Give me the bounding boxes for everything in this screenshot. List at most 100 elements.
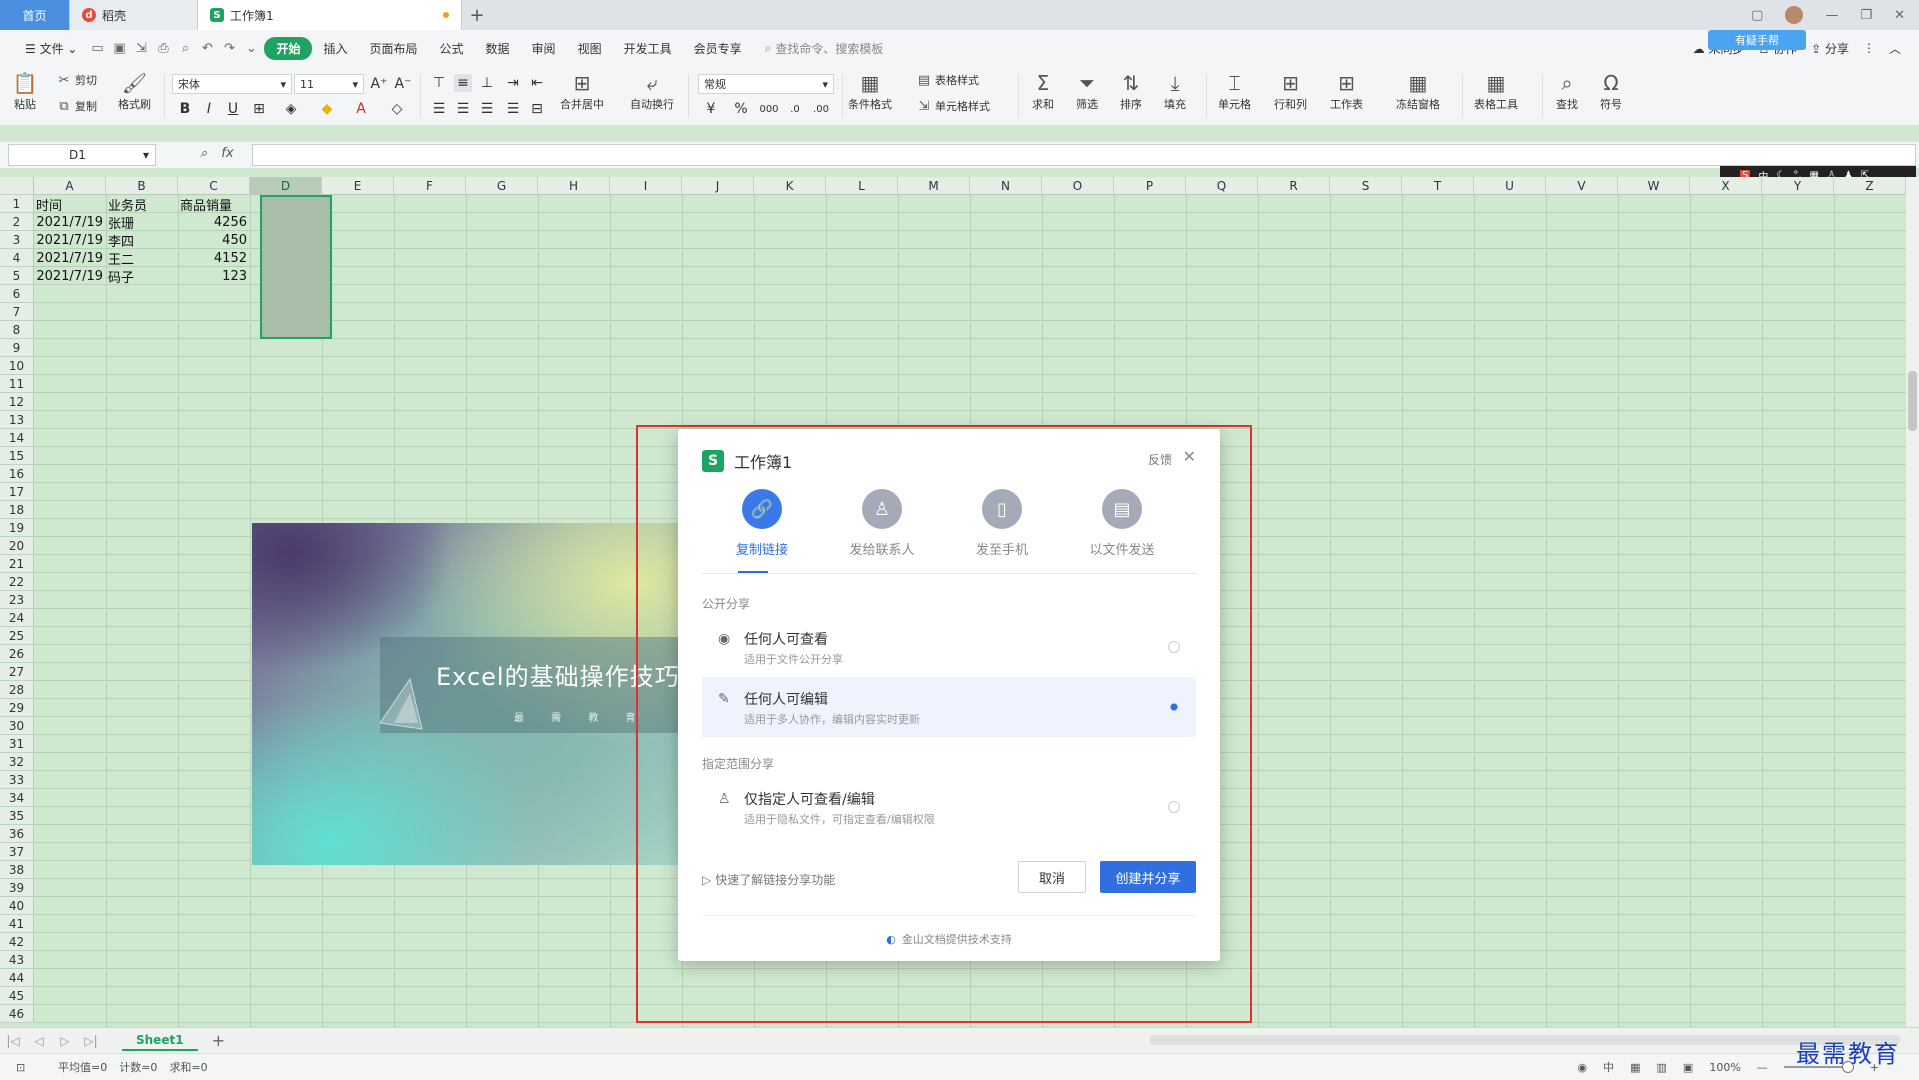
cut-button[interactable]: ✂ 剪切	[56, 72, 97, 88]
row-header-20[interactable]: 20	[0, 537, 34, 555]
column-header-a[interactable]: A	[34, 177, 106, 195]
share-opt-file[interactable]: ▤ 以文件发送	[1062, 489, 1182, 558]
row-header-21[interactable]: 21	[0, 555, 34, 573]
table-tools-button[interactable]: ▦ 表格工具	[1474, 70, 1518, 112]
align-right-icon[interactable]: ☰	[478, 100, 496, 118]
menu-member[interactable]: 会员专享	[683, 40, 753, 57]
row-header-31[interactable]: 31	[0, 735, 34, 753]
column-header-q[interactable]: Q	[1186, 177, 1258, 195]
zoom-out-icon[interactable]: —	[1757, 1061, 1768, 1074]
align-left-icon[interactable]: ☰	[430, 100, 448, 118]
row-header-15[interactable]: 15	[0, 447, 34, 465]
column-header-e[interactable]: E	[322, 177, 394, 195]
font-color-icon[interactable]: A	[352, 100, 370, 118]
eye-protect-icon[interactable]: ◉	[1578, 1061, 1588, 1074]
row-header-40[interactable]: 40	[0, 897, 34, 915]
clear-format-icon[interactable]: ◇	[388, 100, 406, 118]
align-middle-icon[interactable]: ≡	[454, 74, 472, 92]
merge-center-button[interactable]: ⊞ 合并居中	[560, 70, 604, 112]
menu-review[interactable]: 审阅	[521, 40, 567, 57]
column-header-w[interactable]: W	[1618, 177, 1690, 195]
data-cell[interactable]: 2021/7/19	[34, 231, 106, 249]
spreadsheet-grid[interactable]: ABCDEFGHIJKLMNOPQRSTUVWXYZ 1 2 3 4 5 6 7 8 9 10 11…	[0, 177, 1906, 1027]
row-header-27[interactable]: 27	[0, 663, 34, 681]
font-name-select[interactable]: 宋体 ▾	[172, 74, 292, 94]
column-header-d[interactable]: D	[250, 177, 322, 195]
print-preview-icon[interactable]: ⌕	[176, 39, 194, 57]
symbol-button[interactable]: Ω 符号	[1598, 70, 1624, 112]
quick-learn-link[interactable]: ▷ 快速了解链接分享功能	[702, 871, 835, 888]
data-cell[interactable]: 2021/7/19	[34, 213, 106, 231]
row-header-28[interactable]: 28	[0, 681, 34, 699]
data-cell[interactable]: 123	[178, 267, 250, 285]
number-format-select[interactable]: 常规 ▾	[698, 74, 834, 94]
decrease-font-icon[interactable]: A⁻	[394, 75, 412, 93]
column-header-f[interactable]: F	[394, 177, 466, 195]
row-header-46[interactable]: 46	[0, 1005, 34, 1023]
vertical-scrollbar[interactable]	[1906, 177, 1919, 1027]
data-cell[interactable]: 张珊	[106, 213, 178, 232]
row-header-2[interactable]: 2	[0, 213, 34, 231]
copy-button[interactable]: ⧉ 复制	[56, 98, 97, 114]
next-sheet-icon[interactable]: ▷	[52, 1034, 78, 1048]
add-sheet-button[interactable]: +	[212, 1031, 225, 1050]
perm-specified[interactable]: ♙ 仅指定人可查看/编辑 适用于隐私文件，可指定查看/编辑权限	[702, 777, 1196, 837]
percent-button[interactable]: %	[732, 100, 750, 118]
row-header-18[interactable]: 18	[0, 501, 34, 519]
avatar[interactable]	[1785, 6, 1804, 24]
normal-view-icon[interactable]: ▦	[1630, 1061, 1640, 1074]
fill-style-icon[interactable]: ◈	[282, 100, 300, 118]
border-icon[interactable]: ⊞	[250, 100, 268, 118]
align-top-icon[interactable]: ⊤	[430, 74, 448, 92]
header-cell[interactable]: 时间	[34, 195, 106, 214]
row-header-37[interactable]: 37	[0, 843, 34, 861]
worksheet-button[interactable]: ⊞ 工作表	[1330, 70, 1363, 112]
row-header-38[interactable]: 38	[0, 861, 34, 879]
prev-sheet-icon[interactable]: ◁	[26, 1034, 52, 1048]
cloud-helper-badge[interactable]: 有疑手帮	[1708, 30, 1806, 50]
new-tab-button[interactable]: +	[462, 0, 492, 30]
tab-home[interactable]: 首页	[0, 0, 70, 30]
data-cell[interactable]: 4152	[178, 249, 250, 267]
perm-anyone-view[interactable]: ◉ 任何人可查看 适用于文件公开分享	[702, 617, 1196, 677]
find-button[interactable]: ⌕ 查找	[1554, 70, 1580, 112]
row-header-13[interactable]: 13	[0, 411, 34, 429]
data-cell[interactable]: 4256	[178, 213, 250, 231]
row-header-14[interactable]: 14	[0, 429, 34, 447]
menu-home[interactable]: 开始	[264, 36, 313, 60]
italic-button[interactable]: I	[200, 100, 218, 118]
fx-icon[interactable]: fx	[221, 146, 233, 161]
conditional-format-button[interactable]: ▦ 条件格式	[848, 70, 892, 112]
row-header-45[interactable]: 45	[0, 987, 34, 1005]
sum-button[interactable]: Σ 求和	[1030, 70, 1056, 112]
perm-anyone-edit[interactable]: ✎ 任何人可编辑 适用于多人协作，编辑内容实时更新	[702, 677, 1196, 737]
row-header-44[interactable]: 44	[0, 969, 34, 987]
file-menu[interactable]: ☰ 文件 ⌄	[14, 40, 88, 57]
column-header-r[interactable]: R	[1258, 177, 1330, 195]
vertical-scroll-thumb[interactable]	[1908, 371, 1917, 431]
freeze-button[interactable]: ▦ 冻结窗格	[1396, 70, 1440, 112]
redo-icon[interactable]: ↷	[220, 39, 238, 57]
row-header-9[interactable]: 9	[0, 339, 34, 357]
column-header-p[interactable]: P	[1114, 177, 1186, 195]
tab-workbook1[interactable]: S 工作簿1	[198, 0, 462, 30]
column-header-k[interactable]: K	[754, 177, 826, 195]
header-cell[interactable]: 业务员	[106, 195, 178, 214]
fill-button[interactable]: ⤓ 填充	[1162, 70, 1188, 112]
column-header-y[interactable]: Y	[1762, 177, 1834, 195]
data-cell[interactable]: 码子	[106, 267, 178, 286]
column-header-x[interactable]: X	[1690, 177, 1762, 195]
row-header-19[interactable]: 19	[0, 519, 34, 537]
row-header-17[interactable]: 17	[0, 483, 34, 501]
row-header-35[interactable]: 35	[0, 807, 34, 825]
column-header-c[interactable]: C	[178, 177, 250, 195]
row-header-10[interactable]: 10	[0, 357, 34, 375]
column-header-l[interactable]: L	[826, 177, 898, 195]
save-icon[interactable]: ▣	[110, 39, 128, 57]
column-header-v[interactable]: V	[1546, 177, 1618, 195]
share-button[interactable]: ⇪ 分享	[1811, 40, 1849, 57]
export-icon[interactable]: ⇲	[132, 39, 150, 57]
create-share-button[interactable]: 创建并分享	[1100, 861, 1196, 893]
column-header-n[interactable]: N	[970, 177, 1042, 195]
close-window-icon[interactable]: ✕	[1894, 8, 1905, 23]
